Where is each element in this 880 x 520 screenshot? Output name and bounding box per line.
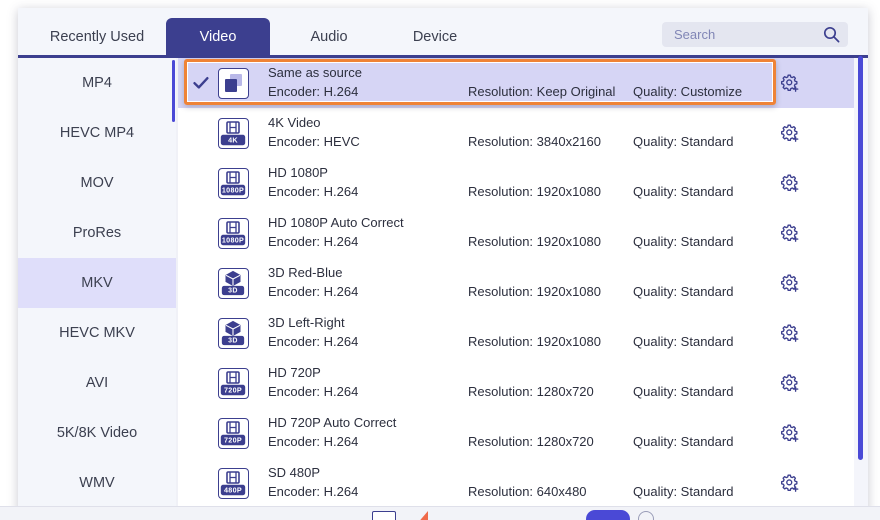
preset-resolution: Resolution: 1280x720 (468, 434, 594, 449)
tab-video[interactable]: Video (166, 18, 270, 56)
preset-encoder: Encoder: H.264 (268, 484, 359, 499)
preset-title: HD 720P Auto Correct (268, 415, 397, 430)
preset-row[interactable]: 3D 3D Left-Right Encoder: H.264 Resolution… (178, 308, 854, 358)
cube-icon: 3D (218, 268, 249, 299)
preset-resolution: Resolution: 1920x1080 (468, 334, 601, 349)
film-icon: 480P (218, 468, 249, 499)
preset-row[interactable]: 480P SD 480P Encoder: H.264 Resolution: 64… (178, 458, 854, 506)
search-input[interactable]: Search (662, 22, 848, 47)
sidebar-item-prores[interactable]: ProRes (18, 208, 176, 258)
preset-title: 3D Left-Right (268, 315, 345, 330)
convert-button[interactable] (586, 510, 630, 520)
preset-row[interactable]: 4K 4K Video Encoder: HEVC Resolution: 3840… (178, 108, 854, 158)
preset-resolution: Resolution: 1920x1080 (468, 284, 601, 299)
film-icon: 4K (218, 118, 249, 149)
preset-quality: Quality: Standard (633, 234, 734, 249)
svg-text:480P: 480P (224, 485, 242, 494)
preset-row[interactable]: 720P HD 720P Auto Correct Encoder: H.264 R… (178, 408, 854, 458)
sidebar-item-5k-8k-video[interactable]: 5K/8K Video (18, 408, 176, 458)
list-scrollbar[interactable] (858, 56, 863, 506)
search-icon[interactable] (823, 26, 840, 43)
preset-quality: Quality: Customize (633, 84, 743, 99)
sidebar-item-mov[interactable]: MOV (18, 158, 176, 208)
preset-title: Same as source (268, 65, 362, 80)
svg-text:720P: 720P (224, 385, 242, 394)
preset-quality: Quality: Standard (633, 284, 734, 299)
preset-title: HD 1080P (268, 165, 328, 180)
checkmark-icon (192, 74, 210, 92)
sidebar-item-mp4[interactable]: MP4 (18, 58, 176, 108)
gear-plus-icon[interactable] (780, 423, 800, 443)
gear-plus-icon[interactable] (780, 473, 800, 493)
svg-text:3D: 3D (228, 338, 238, 345)
output-thumbnail-icon (372, 511, 396, 520)
preset-encoder: Encoder: HEVC (268, 134, 360, 149)
preset-quality: Quality: Standard (633, 334, 734, 349)
sidebar-scroll-indicator[interactable] (172, 60, 175, 122)
preset-quality: Quality: Standard (633, 434, 734, 449)
orange-marker-icon (416, 511, 428, 520)
bottom-toolbar-strip (0, 506, 880, 520)
preset-encoder: Encoder: H.264 (268, 234, 359, 249)
preset-encoder: Encoder: H.264 (268, 384, 359, 399)
preset-row[interactable]: 3D 3D Red-Blue Encoder: H.264 Resolution: … (178, 258, 854, 308)
sidebar-item-wmv[interactable]: WMV (18, 458, 176, 506)
svg-text:4K: 4K (228, 135, 238, 144)
preset-resolution: Resolution: 1920x1080 (468, 184, 601, 199)
preset-resolution: Resolution: 1920x1080 (468, 234, 601, 249)
sidebar-item-hevc-mp4[interactable]: HEVC MP4 (18, 108, 176, 158)
tab-device[interactable]: Device (388, 18, 482, 56)
gear-plus-icon[interactable] (780, 123, 800, 143)
preset-quality: Quality: Standard (633, 484, 734, 499)
sidebar-item-mkv[interactable]: MKV (18, 258, 176, 308)
svg-text:3D: 3D (228, 288, 238, 295)
preset-row[interactable]: Same as source Encoder: H.264 Resolution: … (178, 58, 854, 108)
status-circle-icon (638, 511, 654, 520)
film-icon: 720P (218, 418, 249, 449)
preset-title: HD 1080P Auto Correct (268, 215, 404, 230)
preset-resolution: Resolution: Keep Original (468, 84, 616, 99)
list-scrollbar-thumb[interactable] (858, 56, 863, 460)
preset-quality: Quality: Standard (633, 184, 734, 199)
preset-row[interactable]: 1080P HD 1080P Encoder: H.264 Resolution: … (178, 158, 854, 208)
preset-quality: Quality: Standard (633, 134, 734, 149)
svg-text:1080P: 1080P (222, 235, 244, 244)
preset-row[interactable]: 1080P HD 1080P Auto Correct Encoder: H.26… (178, 208, 854, 258)
preset-encoder: Encoder: H.264 (268, 434, 359, 449)
gear-plus-icon[interactable] (780, 273, 800, 293)
cube-icon: 3D (218, 318, 249, 349)
format-preset-window: Recently Used Video Audio Device Search … (0, 0, 880, 520)
preset-list[interactable]: Same as source Encoder: H.264 Resolution: … (178, 58, 854, 506)
search-placeholder: Search (674, 27, 716, 42)
layers-icon (218, 68, 249, 99)
tab-audio[interactable]: Audio (284, 18, 374, 56)
preset-row[interactable]: 720P HD 720P Encoder: H.264 Resolution: 12… (178, 358, 854, 408)
film-icon: 1080P (218, 168, 249, 199)
preset-resolution: Resolution: 1280x720 (468, 384, 594, 399)
preset-resolution: Resolution: 640x480 (468, 484, 587, 499)
format-sidebar[interactable]: MP4 HEVC MP4 MOV ProRes MKV HEVC MKV AVI 5K/8K … (18, 58, 176, 506)
tab-recently-used[interactable]: Recently Used (32, 18, 162, 56)
gear-plus-icon[interactable] (780, 223, 800, 243)
preset-title: HD 720P (268, 365, 321, 380)
preset-quality: Quality: Standard (633, 384, 734, 399)
svg-text:1080P: 1080P (222, 185, 244, 194)
preset-encoder: Encoder: H.264 (268, 84, 359, 99)
gear-plus-icon[interactable] (780, 323, 800, 343)
preset-encoder: Encoder: H.264 (268, 184, 359, 199)
sidebar-item-avi[interactable]: AVI (18, 358, 176, 408)
preset-resolution: Resolution: 3840x2160 (468, 134, 601, 149)
svg-text:720P: 720P (224, 435, 242, 444)
preset-encoder: Encoder: H.264 (268, 334, 359, 349)
preset-encoder: Encoder: H.264 (268, 284, 359, 299)
preset-title: 4K Video (268, 115, 321, 130)
gear-plus-icon[interactable] (780, 73, 800, 93)
gear-plus-icon[interactable] (780, 373, 800, 393)
preset-title: SD 480P (268, 465, 321, 480)
film-icon: 1080P (218, 218, 249, 249)
film-icon: 720P (218, 368, 249, 399)
sidebar-item-hevc-mkv[interactable]: HEVC MKV (18, 308, 176, 358)
gear-plus-icon[interactable] (780, 173, 800, 193)
preset-title: 3D Red-Blue (268, 265, 343, 280)
